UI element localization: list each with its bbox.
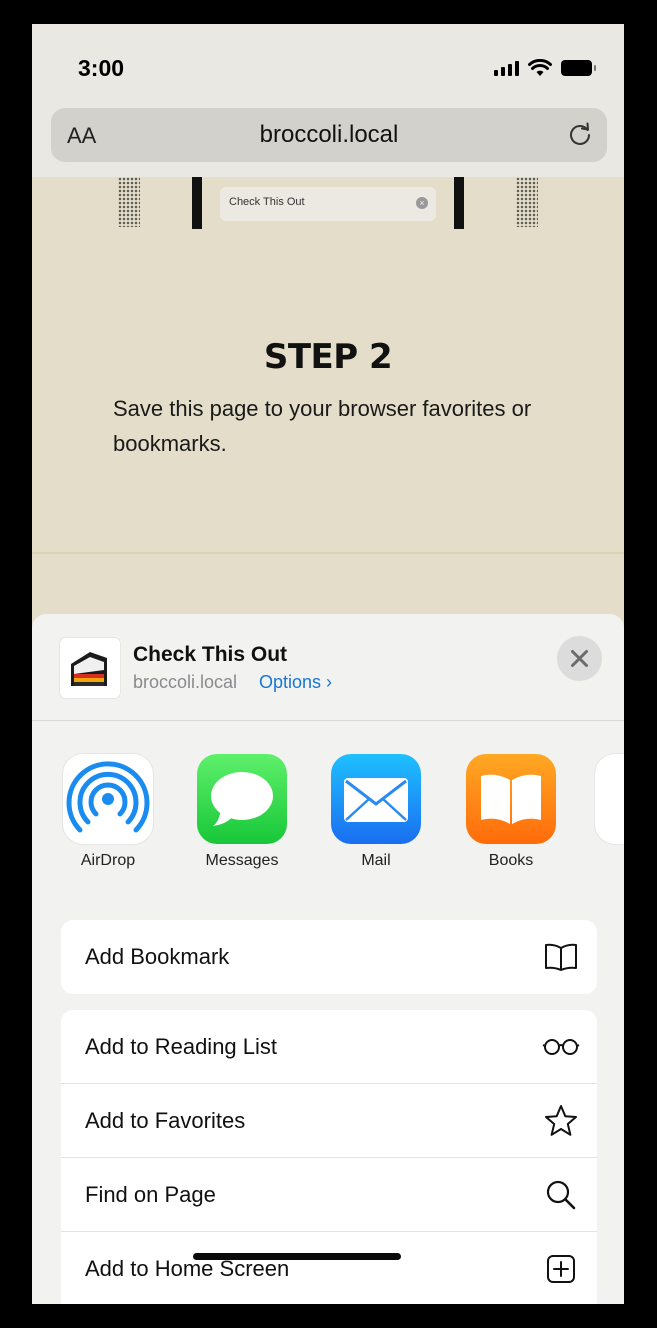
action-add-reading-list[interactable]: Add to Reading List — [61, 1010, 597, 1084]
star-icon — [545, 1105, 577, 1136]
glasses-icon — [542, 1039, 580, 1055]
battery-icon — [561, 60, 596, 76]
action-group-bookmark: Add Bookmark — [61, 920, 597, 994]
preview-pill-label: Check This Out — [229, 196, 305, 208]
app-more-partial[interactable] — [595, 754, 624, 844]
decorative-speckle — [516, 177, 538, 227]
decorative-speckle — [118, 177, 140, 227]
action-add-favorites[interactable]: Add to Favorites — [61, 1084, 597, 1158]
status-icons — [494, 58, 596, 78]
close-icon — [571, 650, 588, 667]
wifi-icon — [528, 59, 552, 76]
app-label: Mail — [361, 852, 391, 869]
action-label: Add to Reading List — [85, 1034, 278, 1059]
app-label: AirDrop — [80, 852, 136, 869]
action-label: Add Bookmark — [85, 944, 230, 969]
books-icon — [466, 754, 556, 844]
search-icon — [546, 1180, 576, 1210]
action-label: Add to Favorites — [85, 1108, 246, 1133]
action-label: Find on Page — [85, 1182, 216, 1207]
book-icon — [545, 943, 577, 971]
status-time: 3:00 — [78, 55, 125, 81]
phone-screen: 3:00 AA broccoli.local Check This Out × … — [32, 24, 624, 1304]
app-airdrop[interactable]: AirDrop — [58, 754, 158, 870]
home-indicator[interactable] — [193, 1253, 401, 1260]
web-page-content: Check This Out × STEP 2 Save this page t… — [32, 177, 624, 617]
share-title: Check This Out — [133, 643, 288, 666]
action-find-on-page[interactable]: Find on Page — [61, 1158, 597, 1232]
step-description: Save this page to your browser favorites… — [113, 396, 532, 456]
share-sheet: Check This Out broccoli.local Options › — [32, 614, 624, 1304]
step-title: STEP 2 — [263, 337, 393, 377]
decorative-edge — [192, 177, 202, 229]
app-messages[interactable]: Messages — [192, 754, 292, 870]
share-sheet-header: Check This Out broccoli.local Options › — [32, 614, 624, 721]
airdrop-icon — [63, 754, 153, 844]
close-button[interactable] — [557, 636, 602, 681]
divider — [32, 552, 624, 554]
address-bar[interactable]: AA broccoli.local — [51, 108, 607, 162]
share-apps-row: AirDrop Messages Mail Books — [32, 754, 624, 884]
browser-chrome: 3:00 AA broccoli.local — [32, 24, 624, 177]
mail-icon — [331, 754, 421, 844]
app-label: Books — [488, 852, 534, 869]
url-text[interactable]: broccoli.local — [51, 121, 607, 149]
action-add-bookmark[interactable]: Add Bookmark — [61, 920, 597, 994]
cellular-signal-icon — [494, 60, 519, 76]
decorative-edge — [454, 177, 464, 229]
app-label: Messages — [205, 852, 279, 869]
close-icon: × — [416, 197, 428, 209]
messages-icon — [197, 754, 287, 844]
plus-square-icon — [547, 1255, 575, 1283]
site-logo-icon — [71, 652, 107, 686]
reload-icon[interactable] — [567, 122, 593, 148]
preview-pill: Check This Out × — [220, 187, 436, 221]
options-link[interactable]: Options › — [259, 672, 332, 693]
site-thumbnail — [60, 638, 120, 698]
app-mail[interactable]: Mail — [326, 754, 426, 870]
action-add-home-screen[interactable]: Add to Home Screen — [61, 1232, 597, 1304]
app-partial-icon — [595, 754, 624, 844]
app-books[interactable]: Books — [461, 754, 561, 870]
share-domain: broccoli.local — [133, 672, 238, 692]
